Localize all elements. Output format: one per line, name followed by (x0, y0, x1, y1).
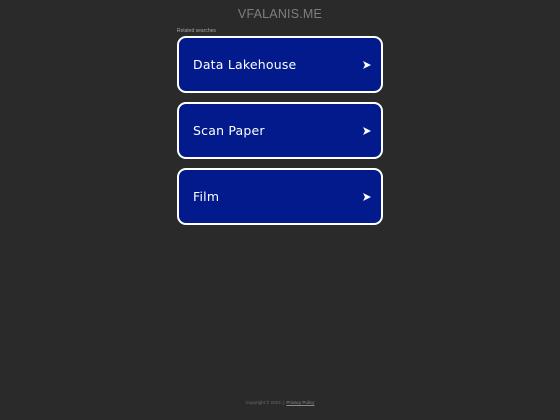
arrow-right-icon (363, 192, 371, 201)
arrow-right-icon (363, 126, 371, 135)
search-result-label: Data Lakehouse (193, 57, 297, 72)
related-searches-list: Data Lakehouse Scan Paper Film (177, 36, 383, 234)
related-searches-label: Related searches (177, 28, 216, 34)
search-result-button-data-lakehouse[interactable]: Data Lakehouse (177, 36, 383, 93)
footer-separator: | (282, 400, 285, 405)
arrow-right-icon (363, 60, 371, 69)
search-result-label: Scan Paper (193, 123, 265, 138)
search-result-label: Film (193, 189, 220, 204)
site-title: VFALANIS.ME (237, 7, 323, 21)
search-result-button-film[interactable]: Film (177, 168, 383, 225)
search-result-button-scan-paper[interactable]: Scan Paper (177, 102, 383, 159)
copyright-text: Copyright © 2023 (245, 400, 281, 405)
footer: Copyright © 2023 | Privacy Policy (0, 400, 560, 405)
privacy-policy-link[interactable]: Privacy Policy (286, 400, 314, 405)
